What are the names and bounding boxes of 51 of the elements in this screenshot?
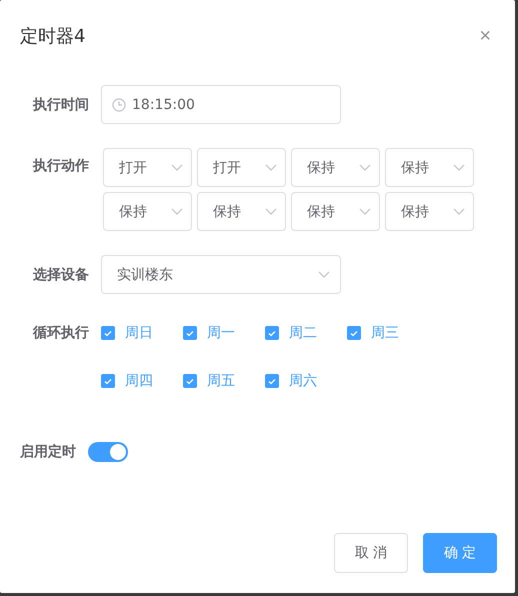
chevron-down-icon [359, 164, 371, 172]
check-icon [268, 330, 276, 336]
check-icon [186, 330, 194, 336]
check-icon [350, 330, 358, 336]
chevron-down-icon [453, 164, 465, 172]
chevron-down-icon [453, 208, 465, 216]
chevron-down-icon [318, 270, 330, 278]
action-select[interactable]: 打开 [103, 148, 192, 187]
check-icon [186, 378, 194, 384]
checkbox[interactable] [265, 326, 279, 340]
day-label: 周日 [125, 324, 153, 342]
dialog-title: 定时器4 [20, 25, 86, 48]
action-select[interactable]: 打开 [197, 148, 286, 187]
action-select[interactable]: 保持 [385, 192, 474, 231]
chevron-down-icon [359, 208, 371, 216]
time-value: 18:15:00 [132, 96, 195, 112]
action-select[interactable]: 保持 [291, 192, 380, 231]
day-label: 周四 [125, 372, 153, 390]
day-label: 周五 [207, 372, 235, 390]
action-select[interactable]: 保持 [197, 192, 286, 231]
toggle-label: 启用定时 [20, 443, 76, 461]
checkbox[interactable] [101, 326, 115, 340]
clock-icon [112, 98, 126, 112]
day-label: 周三 [371, 324, 399, 342]
checkbox[interactable] [265, 374, 279, 388]
checkbox[interactable] [101, 374, 115, 388]
toggle-switch[interactable] [88, 442, 128, 462]
day-label: 周六 [289, 372, 317, 390]
check-icon [104, 330, 112, 336]
check-icon [268, 378, 276, 384]
close-button[interactable]: × [479, 26, 491, 46]
time-field[interactable]: 18:15:00 [101, 85, 341, 124]
action-select[interactable]: 保持 [385, 148, 474, 187]
day-label: 周一 [207, 324, 235, 342]
chevron-down-icon [265, 164, 277, 172]
field-label: 循环执行 [32, 324, 89, 342]
action-select[interactable]: 保持 [291, 148, 380, 187]
checkbox[interactable] [347, 326, 361, 340]
chevron-down-icon [171, 164, 183, 172]
checkbox[interactable] [183, 374, 197, 388]
day-label: 周二 [289, 324, 317, 342]
checkbox[interactable] [183, 326, 197, 340]
cancel-button[interactable]: 取 消 [334, 533, 408, 573]
device-select[interactable]: 实训楼东 [101, 255, 341, 294]
chevron-down-icon [171, 208, 183, 216]
check-icon [104, 378, 112, 384]
action-select[interactable]: 保持 [103, 192, 192, 231]
chevron-down-icon [265, 208, 277, 216]
field-label: 执行动作 [32, 157, 89, 175]
field-label: 选择设备 [32, 266, 89, 284]
field-label: 执行时间 [32, 96, 89, 114]
